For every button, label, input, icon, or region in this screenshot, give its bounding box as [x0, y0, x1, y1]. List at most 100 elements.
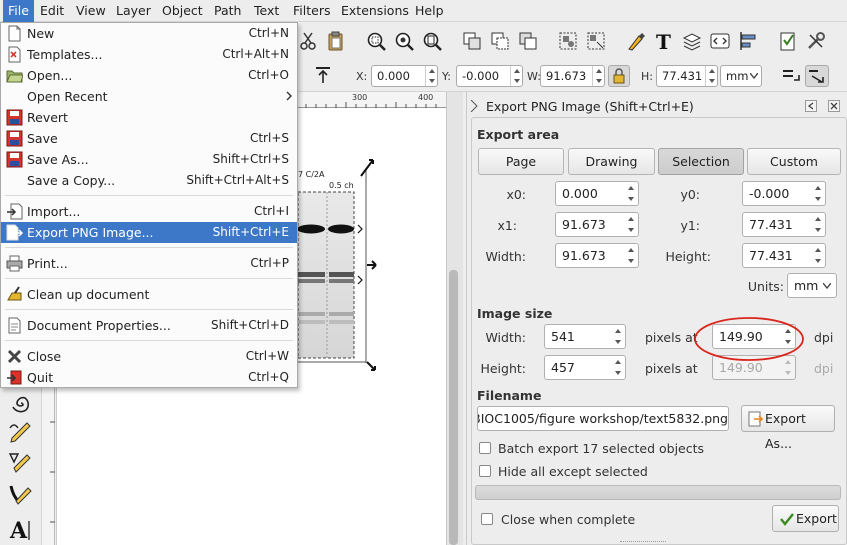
- area-selection-button[interactable]: Selection: [658, 148, 744, 175]
- menu-item-open[interactable]: Open... Ctrl+O: [1, 65, 297, 86]
- zoom-drawing-icon[interactable]: [393, 30, 415, 52]
- export-button[interactable]: Export: [772, 505, 839, 532]
- pen-tool-icon[interactable]: [8, 450, 34, 476]
- text-tool-icon[interactable]: A: [8, 516, 34, 542]
- menu-item-label: Templates...: [27, 47, 103, 62]
- menu-help[interactable]: Help: [410, 0, 449, 22]
- lock-ratio-icon[interactable]: [608, 65, 630, 87]
- x0-label: x0:: [506, 187, 526, 202]
- unit-value: mm: [726, 69, 749, 83]
- menu-object[interactable]: Object: [157, 0, 208, 22]
- ungroup-icon[interactable]: [585, 30, 607, 52]
- menu-item-import[interactable]: Import... Ctrl+I: [1, 201, 297, 222]
- menu-path[interactable]: Path: [209, 0, 246, 22]
- checkmark-icon: [779, 511, 795, 527]
- menu-item-open-recent[interactable]: Open Recent: [1, 86, 297, 107]
- x1-spinbox[interactable]: 91.673: [555, 212, 639, 237]
- zoom-page-icon[interactable]: [421, 30, 443, 52]
- dialog-close-icon[interactable]: [828, 100, 840, 112]
- menu-separator: [5, 195, 293, 196]
- unlink-clone-icon[interactable]: [517, 30, 539, 52]
- duplicate-icon[interactable]: [461, 30, 483, 52]
- menu-file[interactable]: File: [3, 0, 34, 22]
- layers-icon[interactable]: [681, 30, 703, 52]
- image-width-spinbox[interactable]: 541: [544, 324, 626, 349]
- canvas-scroll-thumb[interactable]: [449, 270, 458, 545]
- menu-item-label: Save As...: [27, 152, 89, 167]
- y0-spinbox[interactable]: -0.000: [742, 181, 826, 206]
- raise-to-top-icon[interactable]: [312, 64, 334, 86]
- x1-label: x1:: [497, 218, 517, 233]
- y1-spinbox[interactable]: 77.431: [742, 212, 826, 237]
- xml-editor-icon[interactable]: [709, 30, 731, 52]
- text-font-icon[interactable]: T: [653, 30, 675, 52]
- menu-item-save-as[interactable]: Save As... Shift+Ctrl+S: [1, 149, 297, 170]
- menu-item-clean-up[interactable]: Clean up document: [1, 284, 297, 305]
- menu-item-shortcut: Ctrl+S: [249, 131, 289, 145]
- group-icon[interactable]: [557, 30, 579, 52]
- menu-extensions[interactable]: Extensions: [336, 0, 414, 22]
- panel-resize-grip[interactable]: [620, 541, 666, 545]
- menu-item-label: Clean up document: [27, 287, 150, 302]
- area-drawing-button[interactable]: Drawing: [568, 148, 655, 175]
- align-distribute-icon[interactable]: [737, 30, 759, 52]
- unit-select[interactable]: mm: [720, 65, 762, 87]
- x-spinbox[interactable]: 0.000: [371, 65, 438, 87]
- units-select[interactable]: mm: [787, 273, 837, 298]
- menu-edit[interactable]: Edit: [35, 0, 69, 22]
- menu-item-save[interactable]: Save Ctrl+S: [1, 128, 297, 149]
- ruler-mark-400: 400: [418, 93, 434, 102]
- templates-icon: [6, 46, 23, 63]
- area-height-spinbox[interactable]: 77.431: [742, 243, 826, 268]
- menu-item-revert[interactable]: Revert: [1, 107, 297, 128]
- menu-item-print[interactable]: Print... Ctrl+P: [1, 253, 297, 274]
- h-spinbox[interactable]: 77.431: [656, 65, 718, 87]
- close-when-complete-checkbox[interactable]: [481, 513, 493, 525]
- area-custom-button[interactable]: Custom: [747, 148, 841, 175]
- revert-icon: [6, 109, 23, 126]
- preferences-icon[interactable]: [805, 30, 827, 52]
- paste-icon[interactable]: [325, 30, 347, 52]
- menu-filters[interactable]: Filters: [288, 0, 335, 22]
- new-document-icon: [6, 25, 23, 42]
- menu-layer[interactable]: Layer: [111, 0, 156, 22]
- filename-input[interactable]: BIOC1005/figure workshop/text5832.png: [477, 406, 729, 431]
- calligraphy-tool-icon[interactable]: [8, 482, 34, 508]
- zoom-selection-icon[interactable]: [365, 30, 387, 52]
- image-height-spinbox[interactable]: 457: [544, 355, 626, 380]
- area-width-spinbox[interactable]: 91.673: [555, 243, 639, 268]
- fill-stroke-icon[interactable]: [625, 30, 647, 52]
- pencil-tool-icon[interactable]: [8, 420, 34, 446]
- export-as-button[interactable]: Export As...: [741, 405, 835, 451]
- document-properties-icon[interactable]: [777, 30, 799, 52]
- dpi-label-2: dpi: [814, 361, 834, 376]
- menu-item-close[interactable]: Close Ctrl+W: [1, 346, 297, 367]
- menu-item-new[interactable]: New Ctrl+N: [1, 23, 297, 44]
- menu-separator: [5, 247, 293, 248]
- batch-export-checkbox[interactable]: [479, 442, 491, 454]
- export-area-heading: Export area: [477, 127, 560, 142]
- menu-item-export-png[interactable]: Export PNG Image... Shift+Ctrl+E: [1, 222, 297, 243]
- scale-corners-icon[interactable]: [805, 65, 829, 87]
- clone-icon[interactable]: [489, 30, 511, 52]
- menu-item-shortcut: Ctrl+P: [250, 256, 289, 270]
- scale-stroke-icon[interactable]: [780, 65, 802, 87]
- hide-all-checkbox[interactable]: [479, 465, 491, 477]
- y-spinbox[interactable]: -0.000: [456, 65, 523, 87]
- cut-icon[interactable]: [297, 30, 319, 52]
- dialog-iconify-icon[interactable]: [805, 100, 817, 112]
- menu-item-label: Save a Copy...: [27, 173, 116, 188]
- menu-text[interactable]: Text: [249, 0, 284, 22]
- menu-item-shortcut: Ctrl+I: [254, 204, 289, 218]
- w-spinbox[interactable]: 91.673: [540, 65, 605, 87]
- menu-item-quit[interactable]: Quit Ctrl+Q: [1, 367, 297, 388]
- gel-label-b: 0.5 ch: [329, 181, 354, 190]
- menu-item-document-properties[interactable]: Document Properties... Shift+Ctrl+D: [1, 315, 297, 336]
- menu-view[interactable]: View: [71, 0, 111, 22]
- x0-spinbox[interactable]: 0.000: [555, 181, 639, 206]
- menu-item-save-copy[interactable]: Save a Copy... Shift+Ctrl+Alt+S: [1, 170, 297, 191]
- spiral-tool-icon[interactable]: [9, 391, 33, 415]
- menu-item-templates[interactable]: Templates... Ctrl+Alt+N: [1, 44, 297, 65]
- y0-label: y0:: [680, 187, 700, 202]
- area-page-button[interactable]: Page: [478, 148, 564, 175]
